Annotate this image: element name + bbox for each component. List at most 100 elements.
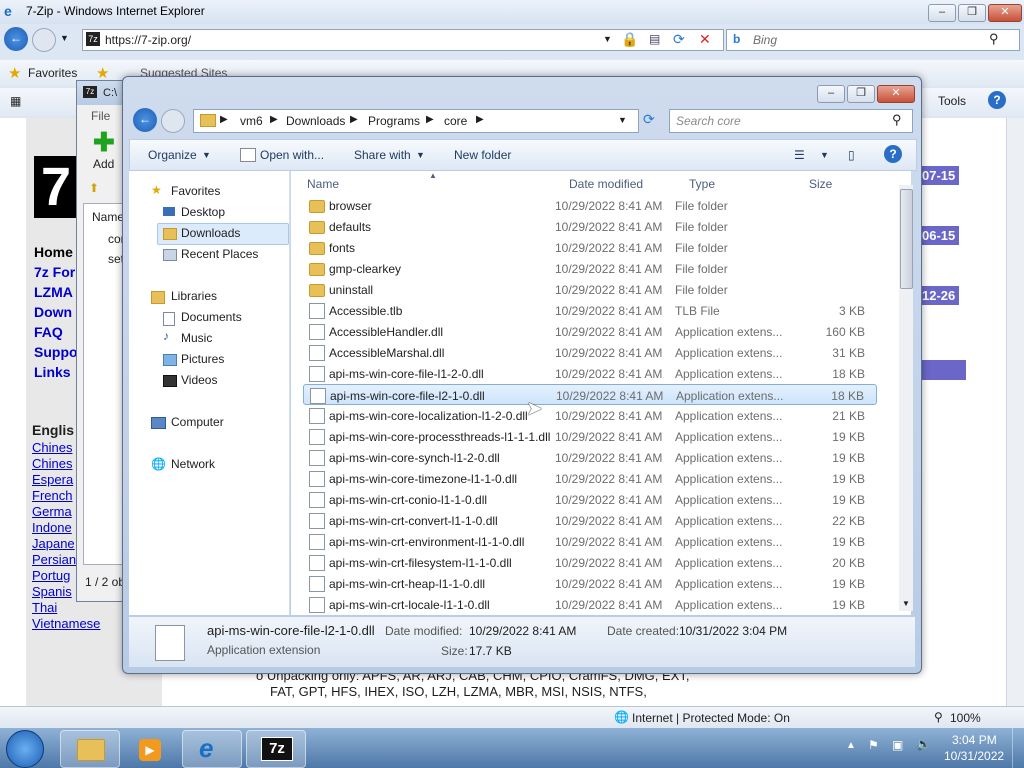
network-tray-icon[interactable]: ▣ [892, 738, 903, 752]
nav-favorites[interactable]: Favorites [171, 184, 220, 198]
language-link[interactable]: Thai [32, 600, 100, 616]
share-with-button[interactable]: Share with [354, 148, 411, 162]
maximize-button[interactable]: ❐ [958, 4, 986, 22]
organize-button[interactable]: Organize [148, 148, 197, 162]
scroll-down-icon[interactable]: ▼ [902, 599, 910, 608]
column-header-size[interactable]: Size [809, 177, 832, 191]
nav-libraries[interactable]: Libraries [171, 289, 217, 303]
share-dropdown-icon[interactable]: ▼ [416, 150, 425, 160]
column-header-name[interactable]: Name [307, 177, 339, 191]
breadcrumb-item[interactable]: Downloads [286, 114, 345, 128]
back-button[interactable]: ← [4, 27, 28, 51]
file-row[interactable]: AccessibleMarshal.dll 10/29/2022 8:41 AM A… [303, 342, 877, 363]
nav-link[interactable]: Home [34, 244, 78, 264]
file-row[interactable]: api-ms-win-core-file-l1-2-0.dll 10/29/202… [303, 363, 877, 384]
compat-icon[interactable]: ▤ [649, 32, 660, 46]
close-button[interactable]: ✕ [988, 4, 1022, 22]
nav-link[interactable]: Down [34, 304, 78, 324]
file-row[interactable]: api-ms-win-crt-conio-l1-1-0.dll 10/29/202… [303, 489, 877, 510]
scrollbar-thumb[interactable] [900, 189, 913, 289]
favorites-star-icon[interactable]: ★ [8, 64, 21, 82]
file-row[interactable]: api-ms-win-crt-convert-l1-1-0.dll 10/29/2… [303, 510, 877, 531]
nav-pictures[interactable]: Pictures [181, 352, 224, 366]
refresh-icon[interactable]: ⟳ [643, 111, 655, 128]
file-row[interactable]: fonts 10/29/2022 8:41 AM File folder [303, 237, 877, 258]
add-button[interactable]: Add [93, 157, 114, 171]
breadcrumb[interactable]: ▶ vm6 ▶ Downloads ▶ Programs ▶ core ▶ ▼ [193, 109, 639, 133]
explorer-search-input[interactable]: Search core ⚲ [669, 109, 913, 133]
file-list-scrollbar[interactable]: ▼ [899, 185, 913, 611]
start-button[interactable] [6, 730, 44, 768]
explorer-back-button[interactable]: ← [133, 108, 157, 132]
quick-tabs-icon[interactable]: ▦ [10, 94, 21, 108]
taskbar-explorer-button[interactable] [60, 730, 120, 768]
breadcrumb-sep-icon[interactable]: ▶ [350, 114, 358, 125]
file-row[interactable]: Accessible.tlb 10/29/2022 8:41 AM TLB File… [303, 300, 877, 321]
history-dropdown-icon[interactable]: ▼ [60, 33, 69, 43]
organize-dropdown-icon[interactable]: ▼ [202, 150, 211, 160]
z7-name-col[interactable]: Name [92, 210, 124, 224]
breadcrumb-sep-icon[interactable]: ▶ [426, 114, 434, 125]
stop-icon[interactable]: ✕ [699, 31, 711, 48]
nav-link[interactable]: 7z For [34, 264, 78, 284]
breadcrumb-dropdown-icon[interactable]: ▼ [618, 115, 627, 125]
explorer-minimize-button[interactable]: – [817, 85, 845, 103]
file-row[interactable]: api-ms-win-core-localization-l1-2-0.dll 1… [303, 405, 877, 426]
nav-link[interactable]: LZMA [34, 284, 78, 304]
taskbar-media-button[interactable]: ▶ [122, 730, 182, 768]
lock-icon[interactable]: 🔒 [621, 31, 638, 48]
view-dropdown-icon[interactable]: ▼ [820, 150, 829, 160]
nav-recent-places[interactable]: Recent Places [181, 247, 258, 261]
file-row[interactable]: AccessibleHandler.dll 10/29/2022 8:41 AM A… [303, 321, 877, 342]
search-icon[interactable]: ⚲ [892, 112, 902, 128]
refresh-icon[interactable]: ⟳ [673, 31, 685, 48]
breadcrumb-item[interactable]: vm6 [240, 114, 263, 128]
file-row[interactable]: api-ms-win-crt-heap-l1-1-0.dll 10/29/2022… [303, 573, 877, 594]
nav-downloads[interactable]: Downloads [181, 226, 240, 240]
taskbar-ie-button[interactable]: e [182, 730, 242, 768]
file-row[interactable]: api-ms-win-core-file-l2-1-0.dll 10/29/202… [303, 384, 877, 405]
clock-time[interactable]: 3:04 PM [952, 733, 997, 747]
file-row[interactable]: api-ms-win-crt-filesystem-l1-1-0.dll 10/2… [303, 552, 877, 573]
tools-button[interactable]: Tools [938, 94, 966, 108]
explorer-help-icon[interactable]: ? [884, 145, 902, 163]
breadcrumb-item[interactable]: core [444, 114, 467, 128]
explorer-forward-button[interactable] [161, 109, 185, 133]
file-row[interactable]: api-ms-win-core-processthreads-l1-1-1.dl… [303, 426, 877, 447]
breadcrumb-sep-icon[interactable]: ▶ [220, 114, 228, 125]
explorer-maximize-button[interactable]: ❐ [847, 85, 875, 103]
column-header-type[interactable]: Type [689, 177, 715, 191]
address-dropdown-icon[interactable]: ▼ [603, 34, 612, 44]
show-desktop-button[interactable] [1012, 728, 1024, 768]
clock-date[interactable]: 10/31/2022 [944, 749, 1004, 763]
favorites-button[interactable]: Favorites [28, 66, 77, 80]
file-row[interactable]: browser 10/29/2022 8:41 AM File folder [303, 195, 877, 216]
breadcrumb-item[interactable]: Programs [368, 114, 420, 128]
file-row[interactable]: api-ms-win-core-synch-l1-2-0.dll 10/29/20… [303, 447, 877, 468]
breadcrumb-sep-icon[interactable]: ▶ [476, 114, 484, 125]
new-folder-button[interactable]: New folder [454, 148, 511, 162]
preview-pane-icon[interactable]: ▯ [848, 148, 855, 162]
address-bar[interactable]: 7z https://7-zip.org/ ▼ 🔒 ▤ ⟳ ✕ [82, 29, 724, 51]
column-header-date[interactable]: Date modified [569, 177, 643, 191]
z7-file-menu[interactable]: File [91, 109, 110, 123]
file-row[interactable]: api-ms-win-crt-environment-l1-1-0.dll 10/… [303, 531, 877, 552]
search-icon[interactable]: ⚲ [989, 31, 999, 47]
zoom-icon[interactable]: ⚲ [934, 710, 943, 724]
file-row[interactable]: api-ms-win-core-timezone-l1-1-0.dll 10/29… [303, 468, 877, 489]
ie-search-box[interactable]: b Bing ⚲ [726, 29, 1020, 51]
file-row[interactable]: uninstall 10/29/2022 8:41 AM File folder [303, 279, 877, 300]
file-row[interactable]: api-ms-win-crt-locale-l1-1-0.dll 10/29/20… [303, 594, 877, 615]
explorer-close-button[interactable]: ✕ [877, 85, 915, 103]
nav-desktop[interactable]: Desktop [181, 205, 225, 219]
nav-music[interactable]: Music [181, 331, 212, 345]
view-options-icon[interactable]: ☰ [794, 148, 805, 162]
nav-network[interactable]: Network [171, 457, 215, 471]
volume-icon[interactable]: 🔈 [916, 737, 931, 751]
taskbar-7zip-button[interactable]: 7z [246, 730, 306, 768]
show-hidden-icons-icon[interactable]: ▲ [846, 740, 856, 751]
nav-videos[interactable]: Videos [181, 373, 217, 387]
ie-vscrollbar[interactable] [1006, 118, 1024, 706]
add-icon[interactable]: ✚ [93, 129, 115, 155]
nav-documents[interactable]: Documents [181, 310, 242, 324]
